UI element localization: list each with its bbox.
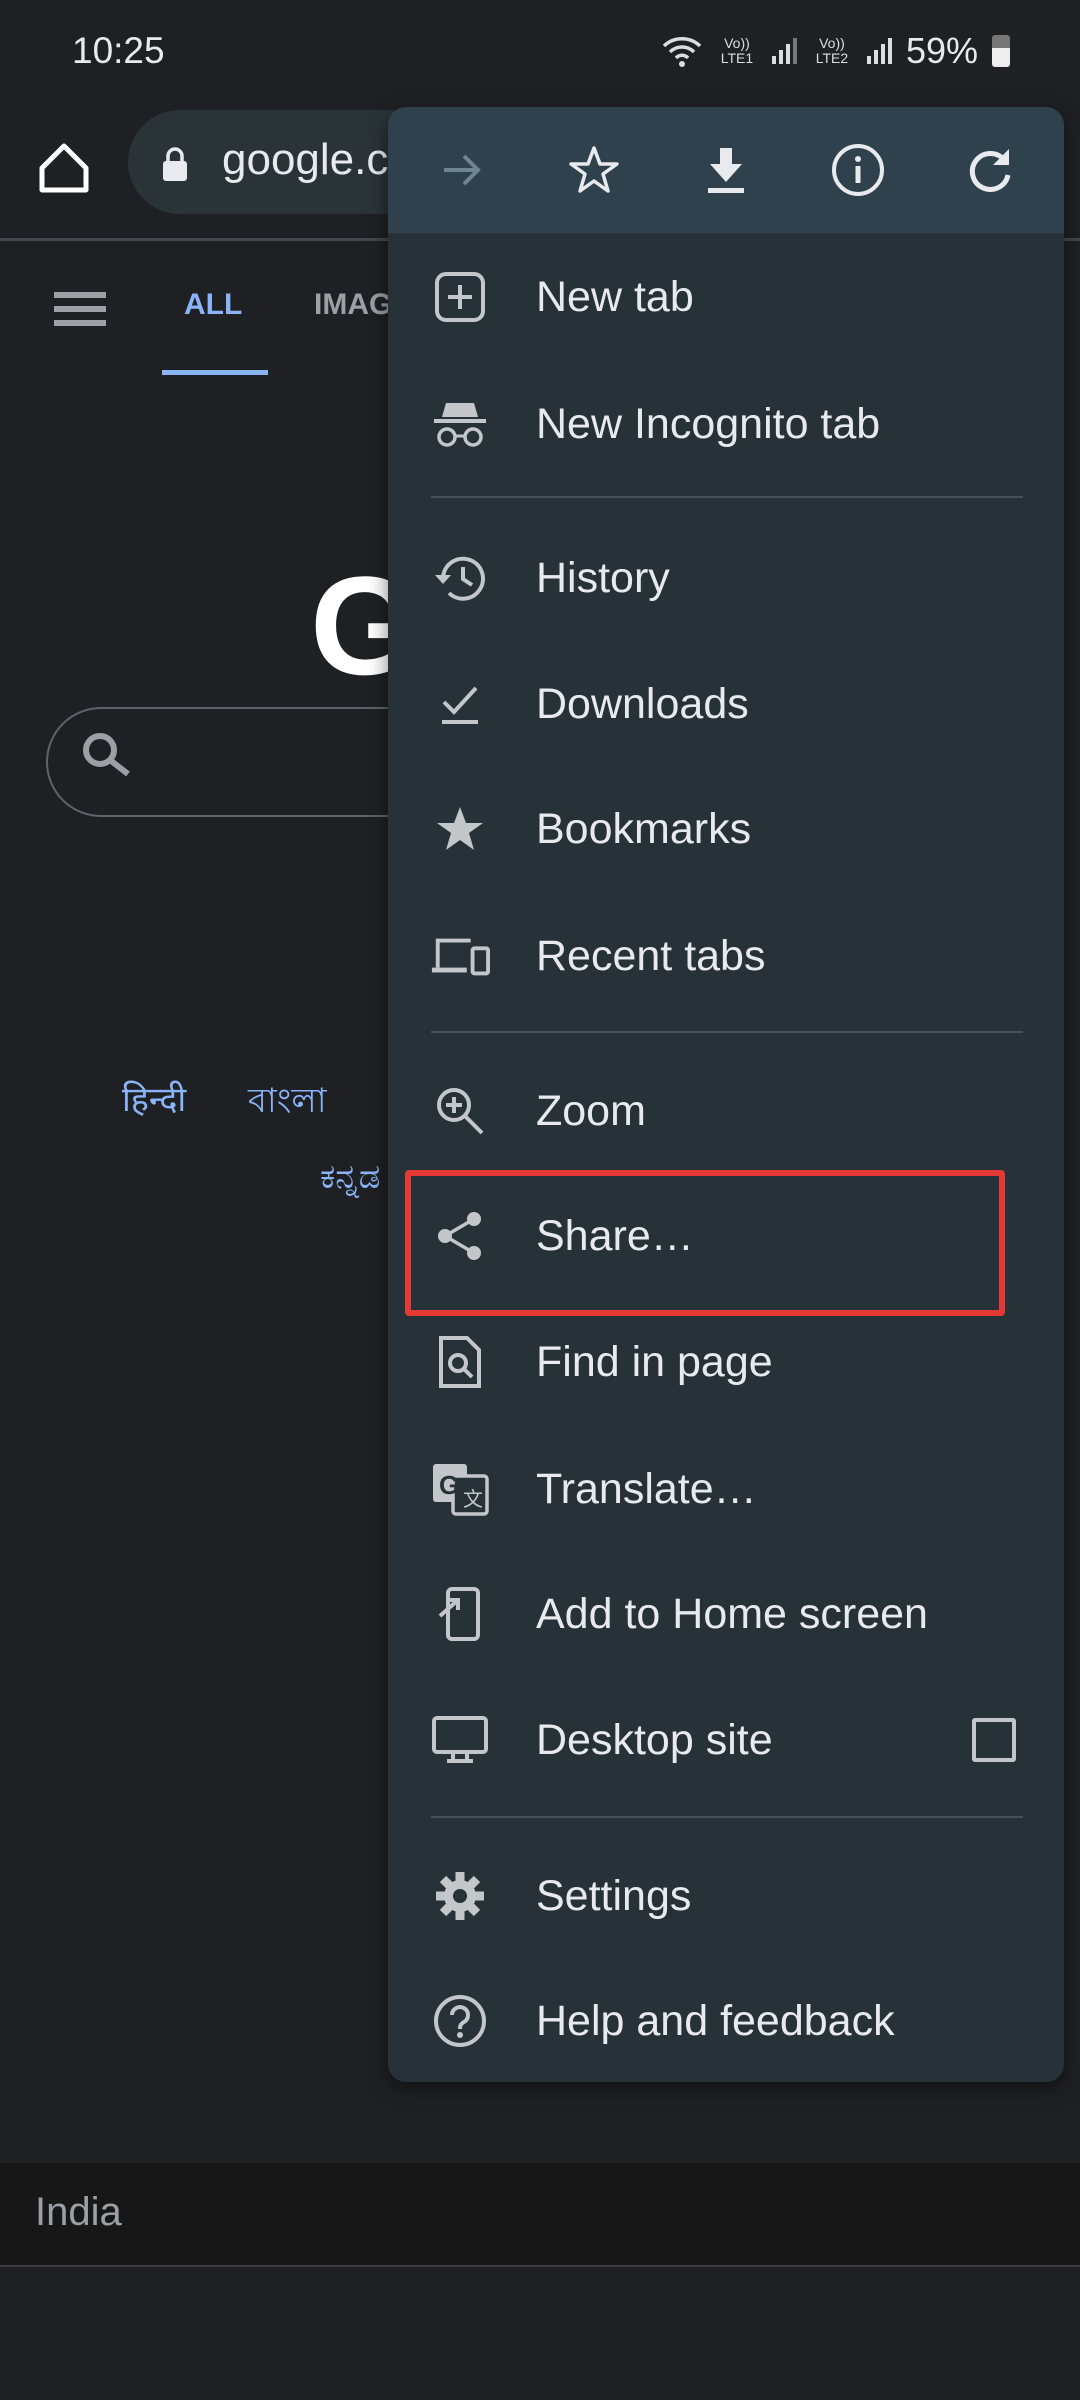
active-tab-indicator (162, 370, 268, 375)
menu-divider (431, 496, 1023, 498)
menu-item-recent-tabs[interactable]: Recent tabs (388, 893, 1064, 1019)
hamburger-menu-icon[interactable] (54, 292, 106, 326)
status-bar: 10:25 Vo)) LTE1 Vo)) LTE2 59% (0, 0, 1080, 100)
menu-item-bookmarks[interactable]: Bookmarks (388, 766, 1064, 892)
translate-icon: G文 (430, 1459, 490, 1519)
search-icon (78, 728, 134, 784)
desktop-site-checkbox[interactable] (972, 1718, 1016, 1762)
menu-item-translate[interactable]: G 文 Translate… (388, 1426, 1064, 1552)
bookmark-star-icon[interactable] (564, 140, 624, 200)
tab-images[interactable]: IMAG (314, 288, 392, 322)
help-icon (430, 1991, 490, 2051)
overflow-menu: New tab New Incognito tab History Downlo… (388, 107, 1064, 2082)
settings-icon (430, 1866, 490, 1926)
lock-icon (162, 147, 188, 181)
add-to-home-icon (430, 1584, 490, 1644)
language-link-hindi[interactable]: हिन्दी (122, 1075, 186, 1121)
download-icon[interactable] (696, 140, 756, 200)
menu-item-desktop-site[interactable]: Desktop site (388, 1677, 1064, 1803)
menu-item-new-incognito-tab[interactable]: New Incognito tab (388, 361, 1064, 487)
sim2-label: Vo)) LTE2 (815, 35, 849, 66)
menu-item-zoom[interactable]: Zoom (388, 1048, 1064, 1174)
wifi-icon (662, 37, 702, 67)
clock: 10:25 (72, 30, 165, 71)
recent-tabs-icon (430, 926, 490, 986)
new-tab-icon (430, 267, 490, 327)
footer-country: India (35, 2190, 122, 2234)
language-link-kannada[interactable]: ಕನ್ನಡ (320, 1158, 380, 1197)
menu-item-help-and-feedback[interactable]: Help and feedback (388, 1958, 1064, 2082)
incognito-icon (430, 394, 490, 454)
battery-icon (992, 35, 1010, 67)
status-icons: Vo)) LTE1 Vo)) LTE2 59% (662, 30, 1010, 72)
share-highlight-box (405, 1170, 1005, 1316)
tab-all[interactable]: ALL (184, 288, 242, 322)
forward-icon[interactable] (432, 140, 492, 200)
menu-divider (431, 1816, 1023, 1818)
sim1-label: Vo)) LTE1 (720, 35, 754, 66)
downloads-icon (430, 674, 490, 734)
menu-item-find-in-page[interactable]: Find in page (388, 1299, 1064, 1425)
language-link-bengali[interactable]: বাংলা (248, 1075, 327, 1132)
reload-icon[interactable] (960, 140, 1020, 200)
history-icon (430, 548, 490, 608)
signal-2-icon (866, 38, 892, 64)
zoom-icon (430, 1081, 490, 1141)
menu-item-history[interactable]: History (388, 515, 1064, 641)
bookmarks-icon (430, 799, 490, 859)
menu-item-new-tab[interactable]: New tab (388, 234, 1064, 360)
svg-text:G: G (439, 1470, 459, 1500)
info-icon[interactable] (828, 140, 888, 200)
battery-percent: 59% (905, 30, 978, 71)
menu-item-downloads[interactable]: Downloads (388, 641, 1064, 767)
footer (0, 2163, 1080, 2267)
menu-item-add-to-home-screen[interactable]: Add to Home screen (388, 1551, 1064, 1677)
signal-1-icon (771, 38, 797, 64)
desktop-icon (430, 1710, 490, 1770)
find-in-page-icon (430, 1332, 490, 1392)
url-text[interactable]: google.c (222, 135, 388, 185)
svg-text:文: 文 (463, 1488, 483, 1511)
menu-item-settings[interactable]: Settings (388, 1833, 1064, 1959)
menu-divider (431, 1031, 1023, 1033)
menu-action-row (388, 107, 1064, 233)
home-icon[interactable] (36, 140, 92, 196)
